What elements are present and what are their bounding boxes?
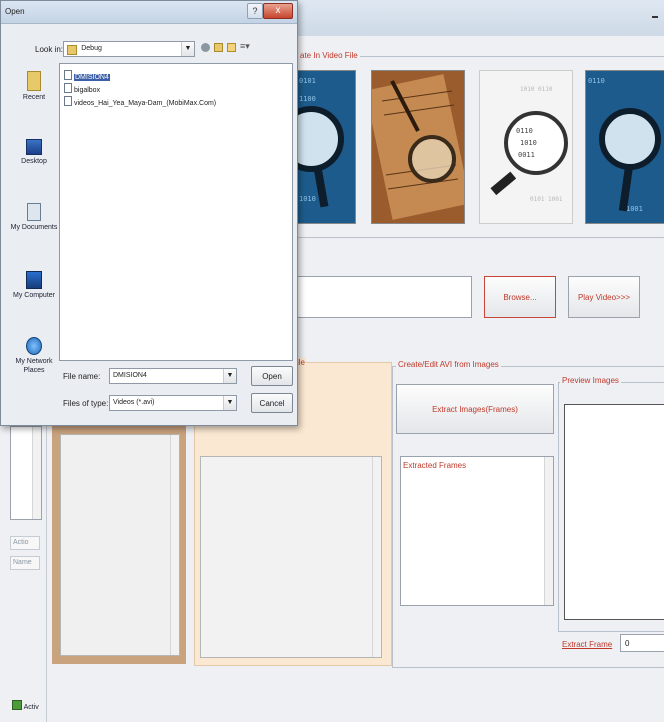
thumbnail-magnifier-digital-2: 0110 1001 — [585, 70, 664, 224]
look-in-combo[interactable]: Debug ▼ — [63, 41, 195, 57]
file-name-combo[interactable]: DMISION4 ▼ — [109, 368, 237, 384]
preview-group-title: Preview Images — [560, 376, 621, 385]
thumbnail-magnifier-digital: 0101110000111010 — [296, 70, 356, 224]
file-item-1[interactable]: bigalbox — [64, 83, 100, 95]
extract-images-button[interactable]: Extract Images(Frames) — [396, 384, 554, 434]
thumbnail-magnifier-binary: 1010 0110 0101 1001 0110 1010 0011 — [479, 70, 573, 224]
back-icon[interactable] — [201, 43, 210, 52]
application-icon — [12, 700, 22, 710]
svg-text:0101 1001: 0101 1001 — [530, 196, 563, 203]
files-of-type-value: Videos (*.avi) — [113, 399, 155, 406]
files-of-type-combo[interactable]: Videos (*.avi) ▼ — [109, 395, 237, 411]
svg-text:0101: 0101 — [299, 77, 316, 85]
place-my-documents-label: My Documents — [10, 224, 58, 231]
place-my-computer-label: My Computer — [12, 292, 55, 299]
svg-text:1010: 1010 — [299, 195, 316, 203]
svg-text:0110: 0110 — [516, 127, 533, 135]
look-in-label: Look in: — [35, 45, 64, 54]
look-in-value: Debug — [81, 45, 102, 52]
chevron-down-icon[interactable]: ▼ — [223, 369, 236, 383]
place-my-computer[interactable]: My Computer — [5, 271, 63, 300]
svg-text:1100: 1100 — [299, 95, 316, 103]
chevron-down-icon[interactable]: ▼ — [223, 396, 236, 410]
file-item-0-name: DMISION4 — [74, 74, 110, 81]
place-recent[interactable]: Recent — [5, 71, 63, 102]
video-file-icon — [64, 70, 72, 80]
desktop-icon — [26, 139, 42, 155]
svg-text:0110: 0110 — [588, 77, 605, 85]
taskbar-active-label: Activ — [23, 704, 39, 711]
close-button[interactable]: x — [263, 3, 293, 19]
browse-button[interactable]: Browse... — [484, 276, 556, 318]
file-list[interactable]: DMISION4 bigalbox videos_Hai_Yea_Maya-Da… — [59, 63, 293, 361]
play-video-button[interactable]: Play Video>>> — [568, 276, 640, 318]
tan-listbox-scrollbar[interactable] — [170, 435, 179, 655]
place-recent-label: Recent — [22, 94, 46, 101]
extract-frame-input[interactable]: 0 — [620, 634, 664, 652]
video-path-textbox[interactable] — [296, 276, 472, 318]
dialog-title: Open — [5, 7, 25, 16]
extracted-frames-scrollbar[interactable] — [544, 457, 553, 605]
place-my-network-places[interactable]: My Network Places — [5, 337, 63, 375]
place-desktop-label: Desktop — [21, 158, 47, 165]
file-item-1-name: bigalbox — [74, 87, 101, 94]
create-avi-group-title: Create/Edit AVI from Images — [396, 360, 501, 369]
taskbar-active-item[interactable]: Activ — [12, 700, 39, 712]
my-computer-icon — [26, 271, 42, 289]
peach-panel-listbox[interactable] — [200, 456, 382, 658]
left-listbox[interactable] — [10, 426, 42, 520]
help-button[interactable]: ? — [247, 3, 263, 19]
place-my-documents[interactable]: My Documents — [5, 203, 63, 232]
left-action-label: Actio — [10, 536, 40, 550]
place-my-network-places-label: My Network Places — [15, 358, 53, 374]
files-of-type-label: Files of type: — [63, 399, 109, 408]
svg-text:1010 0110: 1010 0110 — [520, 86, 553, 93]
video-file-icon — [64, 96, 72, 106]
extract-frame-label: Extract Frame — [562, 640, 613, 649]
file-name-value: DMISION4 — [113, 372, 147, 379]
file-name-label: File name: — [63, 372, 101, 381]
view-menu-icon[interactable]: ≡▾ — [240, 41, 250, 52]
left-listbox-scrollbar[interactable] — [32, 427, 41, 519]
file-item-2[interactable]: videos_Hai_Yea_Maya-Dam_(MobiMax.Com) — [64, 96, 216, 108]
my-documents-icon — [27, 203, 41, 221]
my-network-places-icon — [26, 337, 42, 355]
tan-panel-listbox[interactable] — [60, 434, 180, 656]
video-file-group-title: ate In Video File — [298, 51, 360, 60]
open-dialog: Open ? x Look in: Debug ▼ ≡▾ Recent Desk… — [0, 0, 298, 426]
video-file-icon — [64, 83, 72, 93]
thumbnail-magnifier-letter — [371, 70, 465, 224]
extracted-frames-label: Extracted Frames — [403, 461, 467, 470]
cancel-button[interactable]: Cancel — [251, 393, 293, 413]
left-name-label: Name — [10, 556, 40, 570]
place-desktop[interactable]: Desktop — [5, 139, 63, 166]
minimize-icon[interactable] — [652, 16, 658, 18]
dialog-titlebar: Open ? x — [1, 1, 297, 24]
svg-text:1010: 1010 — [520, 139, 537, 147]
preview-image-box — [564, 404, 664, 620]
recent-icon — [27, 71, 41, 91]
peach-listbox-scrollbar[interactable] — [372, 457, 381, 657]
up-folder-icon[interactable] — [214, 43, 223, 52]
folder-icon — [67, 45, 77, 55]
file-item-0[interactable]: DMISION4 — [64, 70, 110, 82]
extracted-frames-list[interactable]: Extracted Frames — [400, 456, 554, 606]
chevron-down-icon[interactable]: ▼ — [181, 42, 194, 56]
new-folder-icon[interactable] — [227, 43, 236, 52]
file-item-2-name: videos_Hai_Yea_Maya-Dam_(MobiMax.Com) — [74, 100, 217, 107]
open-button[interactable]: Open — [251, 366, 293, 386]
svg-text:1001: 1001 — [626, 205, 643, 213]
svg-text:0011: 0011 — [518, 151, 535, 159]
